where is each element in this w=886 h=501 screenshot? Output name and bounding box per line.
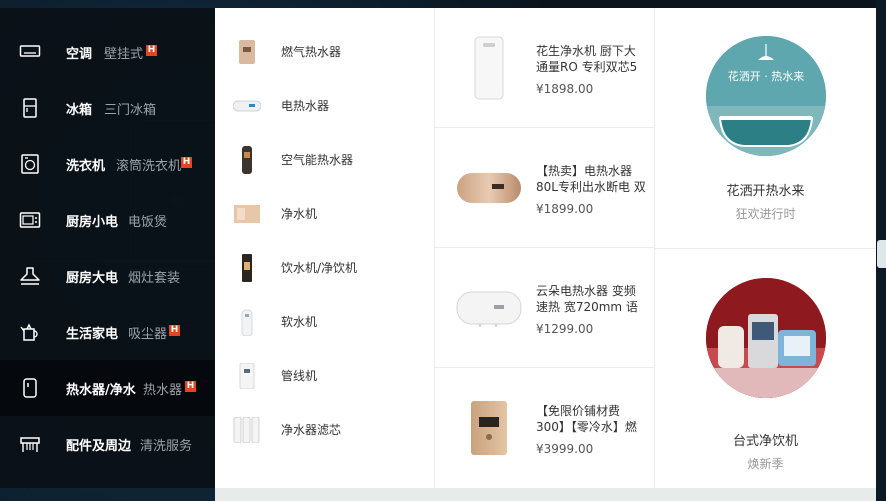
subcategory-item[interactable]: 燃气热水器 bbox=[215, 24, 435, 78]
electric-water-heater-thumb bbox=[233, 92, 261, 120]
product-title[interactable]: 【免限价铺材费300】【零冷水】燃 bbox=[536, 403, 646, 435]
product-card[interactable]: 【热卖】电热水器80L专利出水断电 双 ¥1899.00 bbox=[435, 128, 655, 248]
subcategory-item[interactable]: 软水机 bbox=[215, 294, 435, 348]
product-list: 花生净水机 厨下大通量RO 专利双芯5 ¥1898.00 【热卖】电热水器80L… bbox=[435, 8, 655, 488]
pipeline-machine-thumb bbox=[233, 362, 261, 390]
side-scroll-tab[interactable] bbox=[877, 240, 886, 268]
category-label: 厨房小电 bbox=[66, 215, 119, 230]
category-label: 空调 bbox=[66, 47, 93, 62]
subcategory-label: 净水机 bbox=[281, 207, 318, 221]
product-price: ¥1299.00 bbox=[536, 322, 594, 336]
product-title[interactable]: 花生净水机 厨下大通量RO 专利双芯5 bbox=[536, 43, 646, 75]
range-hood-icon bbox=[19, 265, 41, 287]
category-sub-link[interactable]: 壁挂式 bbox=[104, 43, 143, 62]
promo-column: 花洒开 · 热水来 花洒开热水来 狂欢进行时 台式净饮机 焕新季 bbox=[655, 8, 876, 488]
page-footer-strip bbox=[215, 488, 876, 501]
gas-water-heater-thumb bbox=[233, 38, 261, 66]
promo-subtitle: 焕新季 bbox=[747, 457, 784, 471]
subcategory-label: 软水机 bbox=[281, 315, 318, 329]
subcategory-item[interactable]: 电热水器 bbox=[215, 78, 435, 132]
promo-title[interactable]: 台式净饮机 bbox=[655, 430, 876, 449]
category-air-conditioner[interactable]: 空调 壁挂式 H bbox=[0, 24, 215, 80]
category-label: 冰箱 bbox=[66, 103, 93, 118]
category-washing-machine[interactable]: 洗衣机 滚筒洗衣机 H bbox=[0, 136, 215, 192]
category-large-kitchen[interactable]: 厨房大电 烟灶套装 bbox=[0, 248, 215, 304]
subcategory-label: 燃气热水器 bbox=[281, 45, 342, 59]
hot-badge: H bbox=[169, 325, 180, 336]
water-purifier-thumb bbox=[233, 200, 261, 228]
water-dispenser-thumb bbox=[233, 254, 261, 282]
category-sub-link[interactable]: 滚筒洗衣机 bbox=[116, 155, 181, 174]
product-price: ¥1899.00 bbox=[536, 202, 594, 216]
category-label: 洗衣机 bbox=[66, 159, 106, 174]
promo-card[interactable]: 台式净饮机 焕新季 bbox=[655, 248, 876, 488]
water-heater-icon bbox=[19, 377, 41, 399]
category-sub-link[interactable]: 热水器 bbox=[143, 379, 182, 398]
product-card[interactable]: 【免限价铺材费300】【零冷水】燃 ¥3999.00 bbox=[435, 368, 655, 488]
gas-heater-product-image bbox=[453, 390, 525, 466]
category-label: 配件及周边 bbox=[66, 439, 132, 454]
hot-badge: H bbox=[185, 381, 196, 392]
washing-machine-icon bbox=[19, 153, 41, 175]
category-label: 厨房大电 bbox=[66, 271, 119, 286]
product-price: ¥1898.00 bbox=[536, 82, 594, 96]
hot-badge: H bbox=[181, 157, 192, 168]
category-home-appliance[interactable]: 生活家电 吸尘器 H bbox=[0, 304, 215, 360]
category-sub-link[interactable]: 三门冰箱 bbox=[104, 99, 156, 118]
fridge-icon bbox=[19, 97, 41, 119]
bathtub-promo-image: 花洒开 · 热水来 bbox=[706, 36, 826, 156]
category-sub-link[interactable]: 烟灶套装 bbox=[128, 267, 180, 286]
promo-card[interactable]: 花洒开 · 热水来 花洒开热水来 狂欢进行时 bbox=[655, 8, 876, 248]
gold-heater-product-image bbox=[453, 150, 525, 226]
subcategory-list: 燃气热水器 电热水器 空气能热水器 净水机 饮水机/净饮机 软水机 管线机 净水… bbox=[215, 8, 435, 488]
desktop-purifier-promo-image bbox=[706, 278, 826, 398]
category-water-heater[interactable]: 热水器/净水 热水器 H bbox=[0, 360, 215, 416]
subcategory-item[interactable]: 空气能热水器 bbox=[215, 132, 435, 186]
product-price: ¥3999.00 bbox=[536, 442, 594, 456]
subcategory-label: 净水器滤芯 bbox=[281, 423, 342, 437]
white-heater-product-image bbox=[453, 270, 525, 346]
water-softener-thumb bbox=[233, 308, 261, 336]
product-card[interactable]: 花生净水机 厨下大通量RO 专利双芯5 ¥1898.00 bbox=[435, 8, 655, 128]
subcategory-label: 管线机 bbox=[281, 369, 318, 383]
product-card[interactable]: 云朵电热水器 变频速热 宽720mm 语音 ¥1299.00 bbox=[435, 248, 655, 368]
category-label: 生活家电 bbox=[66, 327, 119, 342]
category-fridge[interactable]: 冰箱 三门冰箱 bbox=[0, 80, 215, 136]
category-small-kitchen[interactable]: 厨房小电 电饭煲 bbox=[0, 192, 215, 248]
microwave-icon bbox=[19, 209, 41, 231]
subcategory-label: 空气能热水器 bbox=[281, 153, 354, 167]
promo-subtitle: 狂欢进行时 bbox=[735, 207, 796, 221]
subcategory-item[interactable]: 净水器滤芯 bbox=[215, 402, 435, 456]
subcategory-label: 饮水机/净饮机 bbox=[281, 261, 358, 275]
air-conditioner-icon bbox=[19, 41, 41, 63]
product-title[interactable]: 【热卖】电热水器80L专利出水断电 双 bbox=[536, 163, 646, 195]
promo-title[interactable]: 花洒开热水来 bbox=[655, 180, 876, 199]
subcategory-item[interactable]: 饮水机/净饮机 bbox=[215, 240, 435, 294]
purifier-product-image bbox=[453, 30, 525, 106]
product-title[interactable]: 云朵电热水器 变频速热 宽720mm 语音 bbox=[536, 283, 646, 315]
category-label: 热水器/净水 bbox=[66, 383, 136, 398]
kettle-icon bbox=[19, 321, 41, 343]
subcategory-label: 电热水器 bbox=[281, 99, 330, 113]
category-sub-link[interactable]: 清洗服务 bbox=[140, 435, 192, 454]
subcategory-item[interactable]: 管线机 bbox=[215, 348, 435, 402]
category-dropdown-panel: 燃气热水器 电热水器 空气能热水器 净水机 饮水机/净饮机 软水机 管线机 净水… bbox=[215, 8, 876, 488]
category-accessories[interactable]: 配件及周边 清洗服务 bbox=[0, 416, 215, 472]
subcategory-item[interactable]: 净水机 bbox=[215, 186, 435, 240]
promo-banner-text: 花洒开 · 热水来 bbox=[727, 70, 805, 83]
hot-badge: H bbox=[146, 45, 157, 56]
heat-pump-heater-thumb bbox=[233, 146, 261, 174]
accessories-icon bbox=[19, 433, 41, 455]
category-sub-link[interactable]: 电饭煲 bbox=[128, 211, 167, 230]
filter-cartridge-thumb bbox=[233, 416, 261, 444]
category-sub-link[interactable]: 吸尘器 bbox=[128, 323, 167, 342]
category-menu: 空调 壁挂式 H 冰箱 三门冰箱 洗衣机 滚筒洗衣机 H 厨房小电 电饭煲 厨房… bbox=[0, 8, 215, 488]
